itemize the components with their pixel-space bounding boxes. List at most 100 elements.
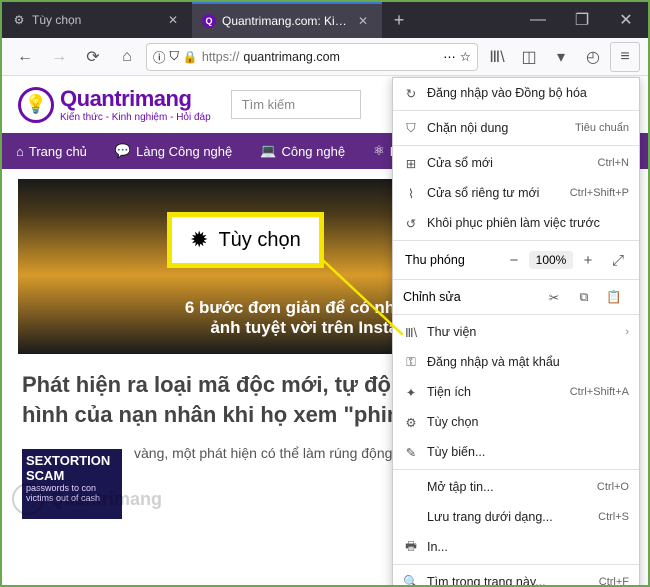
zoom-in-button[interactable]: +	[573, 252, 603, 269]
nav-label: Làng Công nghệ	[136, 144, 232, 159]
sidebar-button[interactable]: ◫	[514, 42, 544, 72]
minimize-button[interactable]: —	[516, 2, 560, 38]
menu-options[interactable]: ⚙ Tùy chọn	[393, 407, 639, 437]
menu-label: Mở tập tin...	[427, 480, 589, 494]
address-bar[interactable]: ⓘ ⛉ 🔒 https://quantrimang.com ⋯ ☆	[146, 43, 478, 71]
app-menu-button[interactable]: ≡	[610, 42, 640, 72]
restore-icon: ↺	[403, 216, 419, 231]
callout-options: ✹ Tùy chọn	[167, 212, 324, 268]
titlebar: ⚙ Tùy chọn ✕ Q Quantrimang.com: Kiến Thứ…	[2, 2, 648, 38]
menu-content-blocking[interactable]: ⛉ Chặn nội dung Tiêu chuẩn	[393, 113, 639, 143]
sync-icon: ↻	[403, 86, 419, 101]
window-controls: — ❐ ✕	[516, 2, 648, 38]
lock-icon[interactable]: 🔒	[183, 50, 198, 64]
menu-label: Chặn nội dung	[427, 121, 567, 135]
reload-button[interactable]: ⟳	[78, 42, 108, 72]
wm-text: uantrimang	[64, 489, 162, 509]
watermark: Quantrimang	[12, 483, 162, 515]
edit-label: Chỉnh sửa	[403, 290, 539, 304]
fullscreen-button[interactable]: ⤢	[603, 252, 633, 269]
menu-label: Tùy chọn	[427, 415, 629, 429]
puzzle-icon: ✦	[403, 385, 419, 400]
separator	[393, 145, 639, 146]
separator	[393, 279, 639, 280]
menu-addons[interactable]: ✦ Tiện ích Ctrl+Shift+A	[393, 377, 639, 407]
bulb-icon	[12, 483, 44, 515]
home-button[interactable]: ⌂	[112, 42, 142, 72]
close-window-button[interactable]: ✕	[604, 2, 648, 38]
menu-find[interactable]: 🔍 Tìm trong trang này... Ctrl+F	[393, 567, 639, 585]
separator	[393, 564, 639, 565]
page-content: 💡 Quantrimang Kiến thức - Kinh nghiệm - …	[2, 76, 648, 585]
paste-button[interactable]: 📋	[599, 290, 629, 305]
menu-sync-signin[interactable]: ↻ Đăng nhập vào Đồng bộ hóa	[393, 78, 639, 108]
site-favicon: Q	[202, 14, 216, 28]
nav-home[interactable]: ⌂Trang chủ	[2, 133, 101, 169]
menu-zoom: Thu phóng − 100% + ⤢	[393, 243, 639, 277]
menu-label: Thư viện	[427, 325, 617, 339]
cut-button[interactable]: ✂	[539, 290, 569, 305]
menu-label: Tùy biến...	[427, 445, 629, 459]
menu-label: Tiện ích	[427, 385, 562, 399]
zoom-out-button[interactable]: −	[499, 252, 529, 269]
chat-icon: 💬	[115, 143, 131, 159]
copy-button[interactable]: ⧉	[569, 290, 599, 305]
menu-logins[interactable]: ⚿ Đăng nhập và mật khẩu	[393, 347, 639, 377]
paint-icon: ✎	[403, 445, 419, 460]
separator	[393, 314, 639, 315]
menu-library[interactable]: Ⅲ\ Thư viện ›	[393, 317, 639, 347]
nav-label: Trang chủ	[29, 144, 87, 159]
nav-tech-village[interactable]: 💬 Làng Công nghệ	[101, 133, 246, 169]
library-icon: Ⅲ\	[403, 325, 419, 340]
url-host: quantrimang.com	[243, 50, 340, 64]
window-icon: ⊞	[403, 156, 419, 171]
logo-text: uantrimang	[77, 86, 192, 111]
pocket-button[interactable]: ▾	[546, 42, 576, 72]
navigation-toolbar: ← → ⟳ ⌂ ⓘ ⛉ 🔒 https://quantrimang.com ⋯ …	[2, 38, 648, 76]
site-search-input[interactable]: Tìm kiếm	[231, 90, 361, 119]
search-icon: 🔍	[403, 575, 419, 586]
site-logo[interactable]: 💡 Quantrimang Kiến thức - Kinh nghiệm - …	[18, 86, 211, 123]
menu-private-window[interactable]: ⌇ Cửa sổ riêng tư mới Ctrl+Shift+P	[393, 178, 639, 208]
menu-save-as[interactable]: Lưu trang dưới dạng... Ctrl+S	[393, 502, 639, 532]
menu-label: Cửa sổ mới	[427, 156, 590, 170]
tab-quantrimang[interactable]: Q Quantrimang.com: Kiến Thức ✕	[192, 2, 382, 38]
callout-label: Tùy chọn	[218, 229, 300, 252]
wm-q: Q	[50, 489, 64, 509]
menu-label: In...	[427, 540, 629, 554]
separator	[393, 469, 639, 470]
page-actions-icon[interactable]: ⋯	[443, 49, 456, 64]
nav-technology[interactable]: 💻Công nghệ	[246, 133, 359, 169]
tab-title: Tùy chọn	[32, 13, 162, 27]
nav-label: Công nghệ	[281, 144, 345, 159]
thumb-title: SEXTORTION SCAM	[26, 453, 118, 483]
info-icon[interactable]: ⓘ	[153, 47, 166, 66]
tab-close-icon[interactable]: ✕	[358, 14, 372, 28]
menu-label: Khôi phục phiên làm việc trước	[427, 216, 629, 230]
menu-print[interactable]: 🖶 In...	[393, 532, 639, 562]
shield-icon[interactable]: ⛉	[170, 49, 179, 64]
new-tab-button[interactable]: +	[382, 2, 416, 38]
gear-icon: ✹	[190, 227, 208, 253]
shield-icon: ⛉	[403, 121, 419, 136]
menu-value: Tiêu chuẩn	[575, 122, 629, 134]
menu-label: Đăng nhập vào Đồng bộ hóa	[427, 86, 629, 100]
tab-close-icon[interactable]: ✕	[168, 13, 182, 27]
zoom-level[interactable]: 100%	[529, 251, 573, 269]
chevron-right-icon: ›	[625, 326, 629, 338]
menu-label: Tìm trong trang này...	[427, 575, 591, 585]
back-button[interactable]: ←	[10, 42, 40, 72]
forward-button[interactable]: →	[44, 42, 74, 72]
tab-options[interactable]: ⚙ Tùy chọn ✕	[2, 2, 192, 38]
menu-restore-session[interactable]: ↺ Khôi phục phiên làm việc trước	[393, 208, 639, 238]
printer-icon: 🖶	[403, 537, 419, 558]
separator	[393, 110, 639, 111]
menu-new-window[interactable]: ⊞ Cửa sổ mới Ctrl+N	[393, 148, 639, 178]
menu-customize[interactable]: ✎ Tùy biến...	[393, 437, 639, 467]
maximize-button[interactable]: ❐	[560, 2, 604, 38]
bookmark-star-icon[interactable]: ☆	[460, 49, 471, 64]
account-button[interactable]: ◴	[578, 42, 608, 72]
library-button[interactable]: Ⅲ\	[482, 42, 512, 72]
menu-open-file[interactable]: Mở tập tin... Ctrl+O	[393, 472, 639, 502]
zoom-label: Thu phóng	[399, 253, 499, 267]
